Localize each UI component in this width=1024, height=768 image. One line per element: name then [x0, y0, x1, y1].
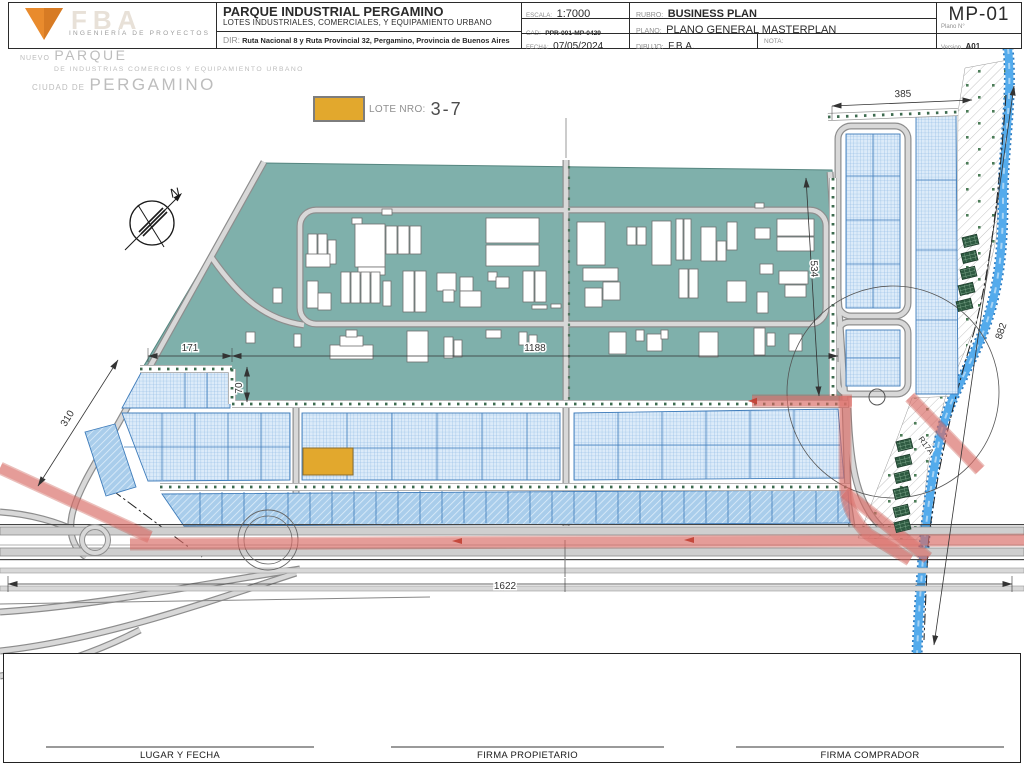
dibujo-value: F.B.A.	[668, 40, 695, 52]
nota-label: NOTA:	[764, 37, 784, 45]
signature-field-place-date: LUGAR Y FECHA	[46, 746, 314, 761]
signature-field-buyer: FIRMA COMPRADOR	[736, 746, 1004, 761]
signature-label: FIRMA PROPIETARIO	[477, 750, 578, 761]
signature-label: LUGAR Y FECHA	[139, 750, 221, 761]
lot-legend-value: 3-7	[430, 98, 463, 119]
sheet-code: MP-01	[948, 4, 1010, 25]
dim-385: 385	[894, 89, 911, 101]
project-title: PARQUE INDUSTRIAL PERGAMINO	[223, 4, 444, 19]
heading-prefix-1: NUEVO	[20, 55, 50, 62]
plan-heading: NUEVO PARQUE DE INDUSTRIAS COMERCIOS Y E…	[20, 48, 304, 94]
plano-n-label: Plano N°	[941, 24, 965, 30]
fecha-value: 07/05/2024	[553, 40, 604, 52]
sheet-number-cell: MP-01 Plano N° Version A01	[936, 3, 1021, 51]
title-block: FBA INGENIERÍA DE PROYECTOS PARQUE INDUS…	[8, 2, 1022, 52]
company-tagline: INGENIERÍA DE PROYECTOS	[69, 30, 211, 37]
highlighted-lot	[302, 447, 354, 476]
signature-box: LUGAR Y FECHA FIRMA PROPIETARIO FIRMA CO…	[3, 653, 1021, 763]
signature-label: FIRMA COMPRADOR	[820, 750, 920, 761]
north-label: N	[169, 184, 181, 201]
lot-swatch	[313, 96, 365, 122]
dim-1188: 1188	[524, 343, 546, 354]
drawing-sheet: 171 1188 70 385 534 882 310 1622 R17A N …	[0, 0, 1024, 768]
heading-big-1: PARQUE	[54, 47, 128, 63]
version-value: A01	[965, 42, 981, 51]
logo-cell: FBA INGENIERÍA DE PROYECTOS	[9, 3, 216, 48]
lot-legend-label: LOTE NRO:	[369, 103, 426, 115]
heading-line-2: DE INDUSTRIAS COMERCIOS Y EQUIPAMIENTO U…	[54, 66, 304, 73]
dim-310: 310	[59, 408, 77, 428]
dim-70: 70	[234, 382, 245, 394]
heading-prefix-2: CIUDAD DE	[32, 82, 86, 92]
dim-882: 882	[994, 321, 1010, 341]
signature-line	[391, 746, 664, 748]
lot-legend: LOTE NRO: 3-7	[313, 96, 463, 122]
meta-cell: ESCALA: 1:7000 CAD: PPR-001-MP-0429 FECH…	[521, 3, 629, 52]
version-label: Version	[941, 45, 962, 51]
dim-534: 534	[808, 260, 820, 278]
dim-171: 171	[182, 343, 199, 354]
doc-cell: RUBRO: BUSINESS PLAN PLANO: PLANO GENERA…	[629, 3, 936, 52]
project-subtitle: LOTES INDUSTRIALES, COMERCIALES, Y EQUIP…	[223, 18, 492, 27]
dim-1622: 1622	[494, 581, 517, 592]
company-logo-icon	[25, 8, 63, 40]
north-compass: N	[124, 184, 182, 251]
dir-label: DIR:	[223, 35, 240, 45]
signature-line	[736, 746, 1004, 748]
dibujo-label: DIBUJO:	[636, 43, 664, 51]
signature-field-owner: FIRMA PROPIETARIO	[391, 746, 664, 761]
project-cell: PARQUE INDUSTRIAL PERGAMINO LOTES INDUST…	[216, 3, 521, 48]
fecha-label: FECHA:	[526, 43, 549, 51]
signature-line	[46, 746, 314, 748]
heading-big-2: PERGAMINO	[89, 74, 216, 94]
dir-value: Ruta Nacional 8 y Ruta Provincial 32, Pe…	[242, 36, 510, 45]
